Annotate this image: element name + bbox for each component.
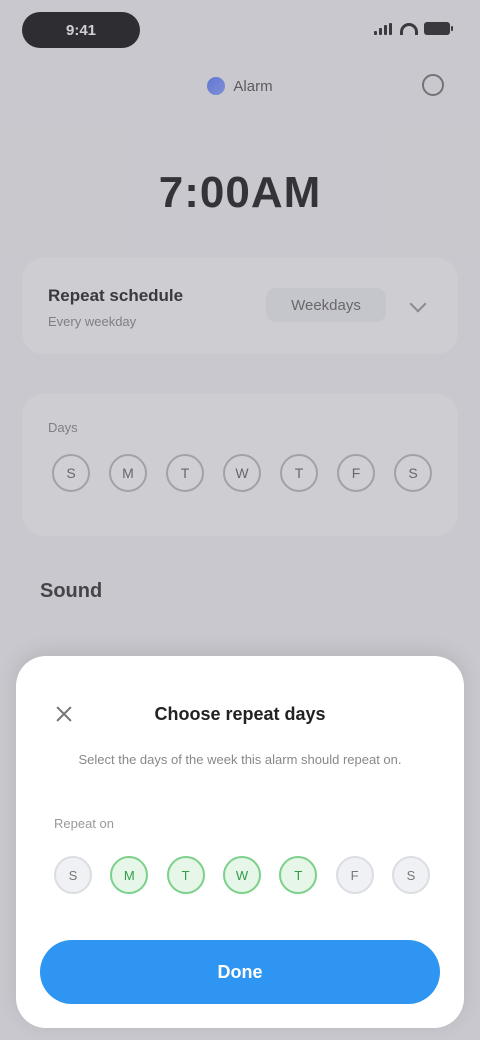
sheet-day-thu[interactable]: T [279,856,318,894]
sheet-day-wed[interactable]: W [222,856,261,894]
sheet-day-fri[interactable]: F [335,856,374,894]
sheet-title: Choose repeat days [154,704,326,724]
sheet-day-sat[interactable]: S [391,856,430,894]
sheet-label: Repeat on [54,816,114,831]
sheet-day-tue[interactable]: T [166,856,205,894]
sheet-day-sun[interactable]: S [54,856,92,894]
sheet-day-mon[interactable]: M [110,856,149,894]
bottom-sheet: Choose repeat days Select the days of th… [16,656,464,1028]
sheet-description: Select the days of the week this alarm s… [78,752,402,767]
sheet-day-list: S M T W T F S [54,856,430,894]
done-button[interactable]: Done [40,940,440,1004]
